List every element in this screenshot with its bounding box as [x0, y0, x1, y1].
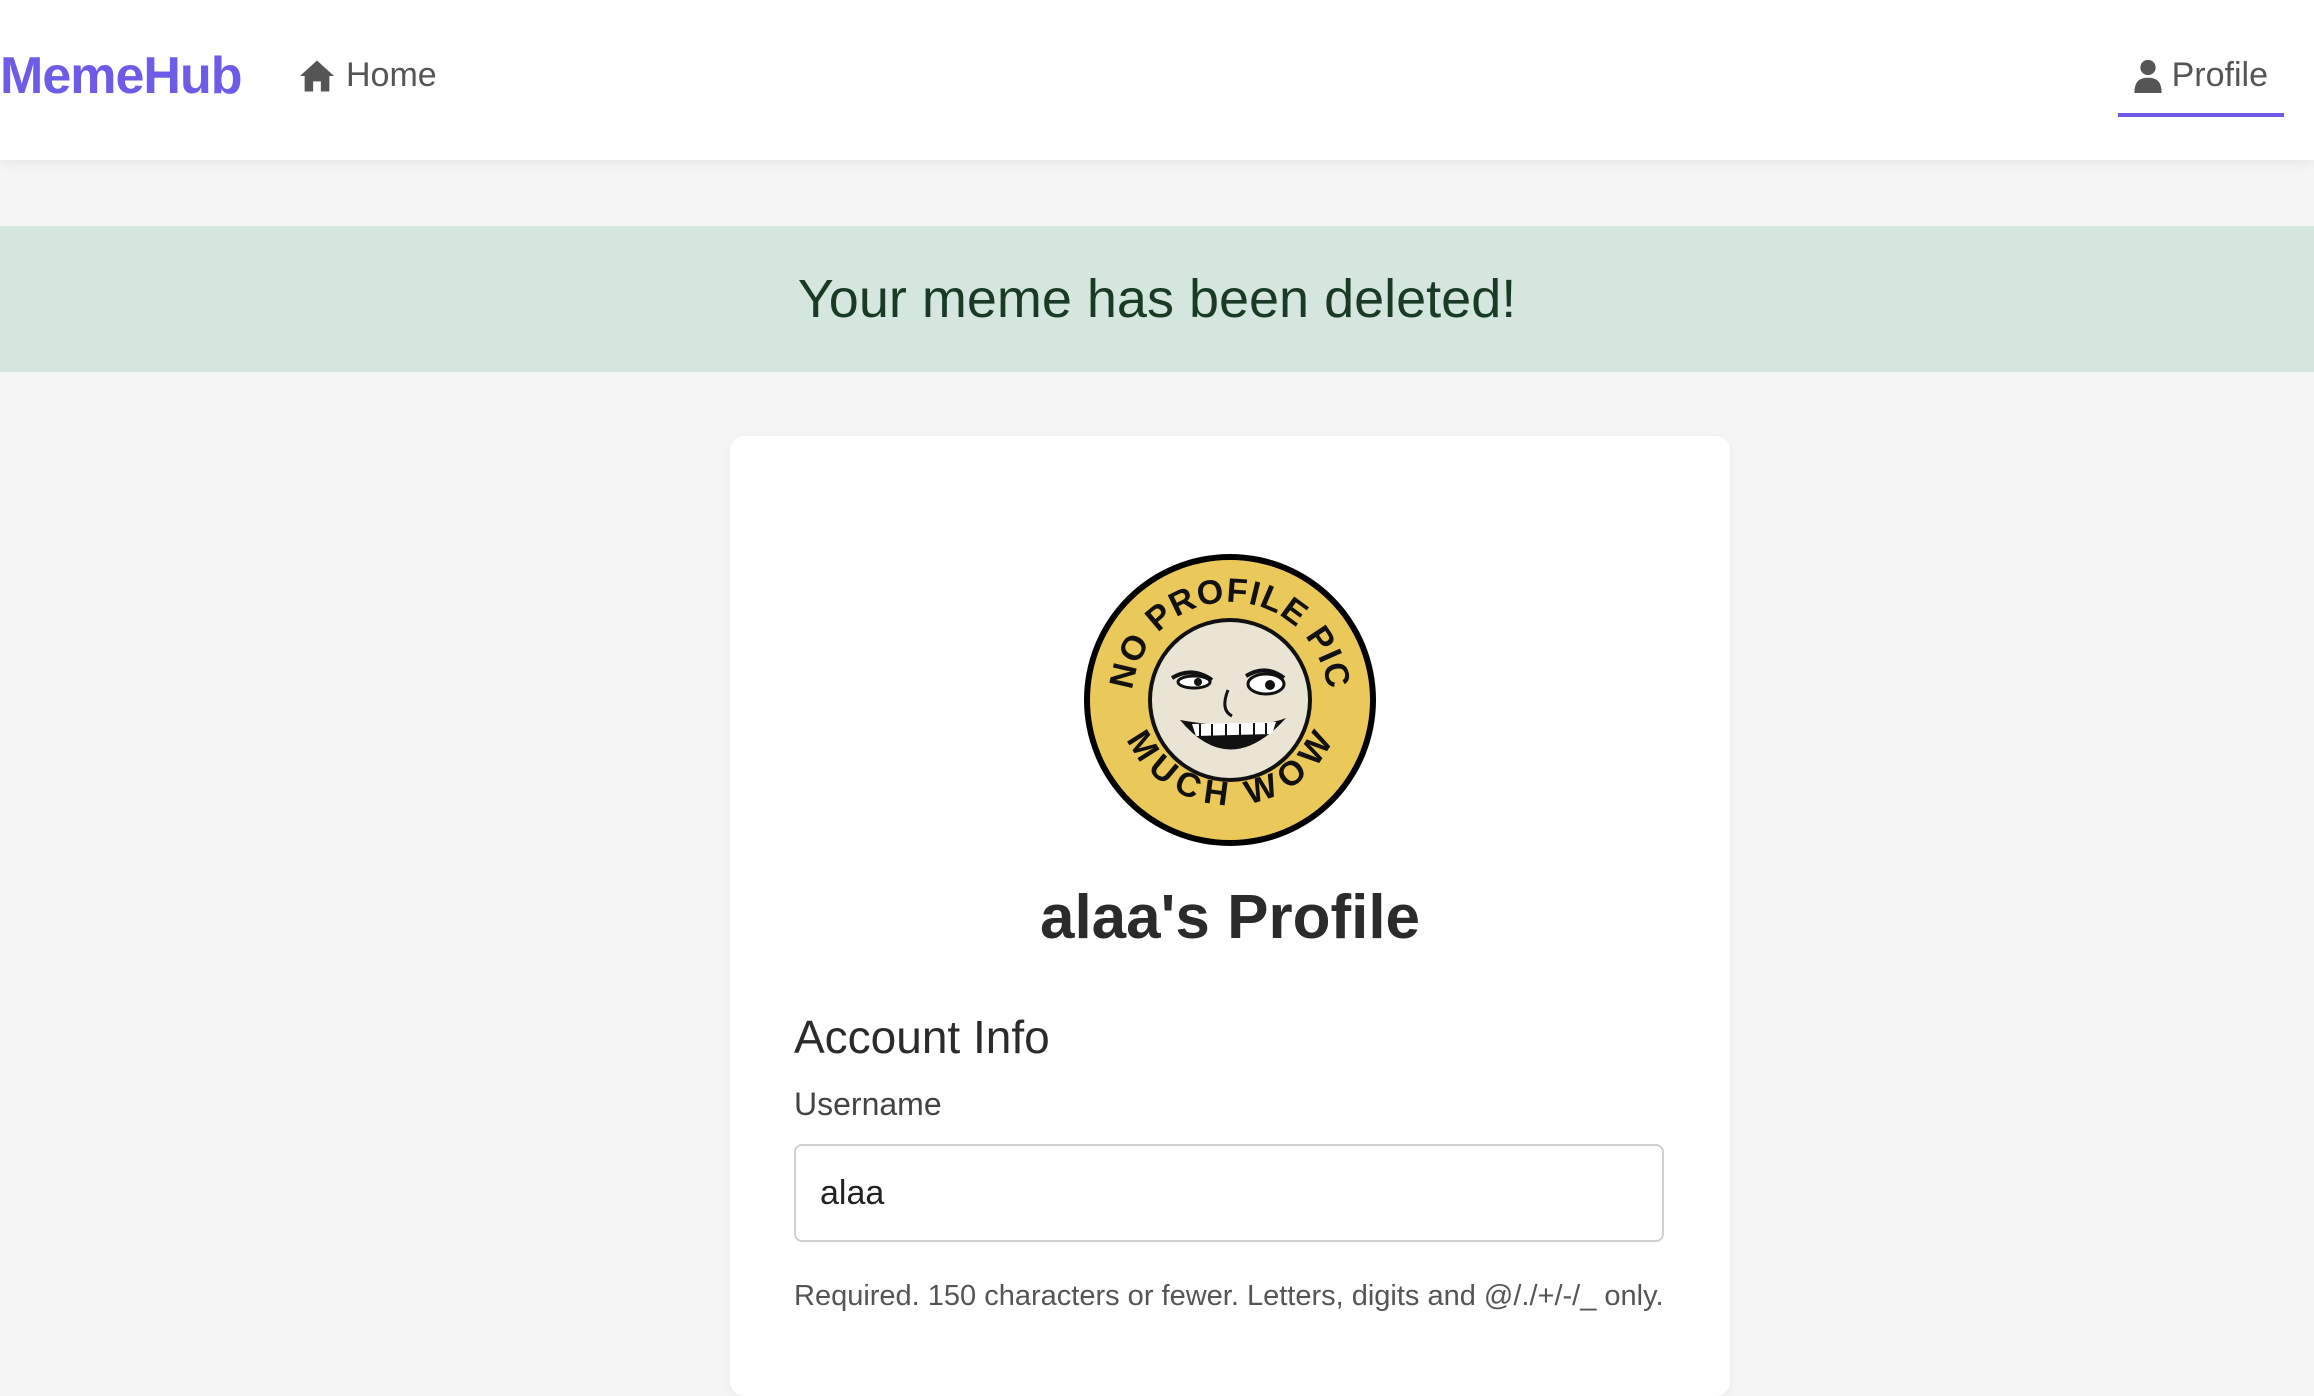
username-label: Username: [794, 1086, 942, 1122]
avatar: NO PROFILE PIC MUCH WOW: [1084, 554, 1376, 846]
username-help-text: Required. 150 characters or fewer. Lette…: [794, 1280, 1664, 1312]
home-icon: [300, 60, 334, 91]
profile-title: alaa's Profile: [1039, 883, 1421, 952]
success-alert: Your meme has been deleted!: [0, 226, 2314, 372]
nav-profile-link[interactable]: Profile: [2117, 56, 2284, 117]
user-icon: [2134, 59, 2162, 93]
username-input[interactable]: [794, 1144, 1664, 1242]
account-info-heading: Account Info: [794, 1011, 1050, 1063]
nav-home-label: Home: [346, 56, 437, 94]
navbar: MemeHub Home Profile: [0, 0, 2314, 160]
brand-logo[interactable]: MemeHub: [0, 46, 242, 106]
nav-profile-label: Profile: [2171, 56, 2268, 94]
profile-card: NO PROFILE PIC MUCH WOW alaa's Profile A…: [730, 436, 1730, 1396]
nav-home-link[interactable]: Home: [298, 56, 437, 95]
alert-message: Your meme has been deleted!: [797, 269, 1517, 329]
